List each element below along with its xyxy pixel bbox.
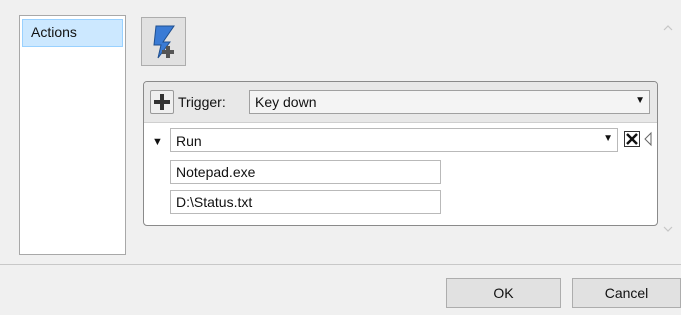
param-field-value: Notepad.exe <box>176 164 256 180</box>
sidebar-item-label: Actions <box>31 24 77 40</box>
cancel-button[interactable]: Cancel <box>572 278 681 308</box>
trigger-select-value: Key down <box>255 94 317 110</box>
scroll-up-icon[interactable] <box>662 22 674 34</box>
trigger-header: Trigger: Key down ▼ <box>144 82 657 123</box>
param-field-argument[interactable]: D:\Status.txt <box>170 190 441 214</box>
lightning-plus-icon <box>153 25 175 59</box>
trigger-select[interactable]: Key down ▼ <box>249 90 650 114</box>
chevron-down-icon: ▼ <box>603 133 613 144</box>
footer-divider <box>0 264 681 265</box>
remove-action-button[interactable] <box>624 131 640 147</box>
action-select[interactable]: Run ▼ <box>170 128 618 152</box>
ok-button-label: OK <box>493 285 514 301</box>
param-field-program[interactable]: Notepad.exe <box>170 160 441 184</box>
collapse-arrow-icon[interactable] <box>643 131 653 147</box>
cancel-button-label: Cancel <box>604 285 649 301</box>
trigger-label: Trigger: <box>178 94 226 110</box>
ok-button[interactable]: OK <box>446 278 561 308</box>
sidebar-item-actions[interactable]: Actions <box>22 19 123 47</box>
add-trigger-button[interactable] <box>150 90 174 114</box>
action-select-value: Run <box>176 133 202 149</box>
triangle-down-icon[interactable]: ▼ <box>152 136 163 148</box>
close-icon <box>626 133 638 145</box>
chevron-down-icon: ▼ <box>635 95 645 106</box>
add-action-button[interactable] <box>141 17 186 66</box>
param-field-value: D:\Status.txt <box>176 194 253 210</box>
action-list[interactable]: Actions <box>19 15 126 255</box>
plus-icon <box>154 94 170 110</box>
trigger-panel: Trigger: Key down ▼ ▼ Run ▼ Notepad.exe … <box>143 81 658 226</box>
scroll-down-icon[interactable] <box>662 223 674 235</box>
